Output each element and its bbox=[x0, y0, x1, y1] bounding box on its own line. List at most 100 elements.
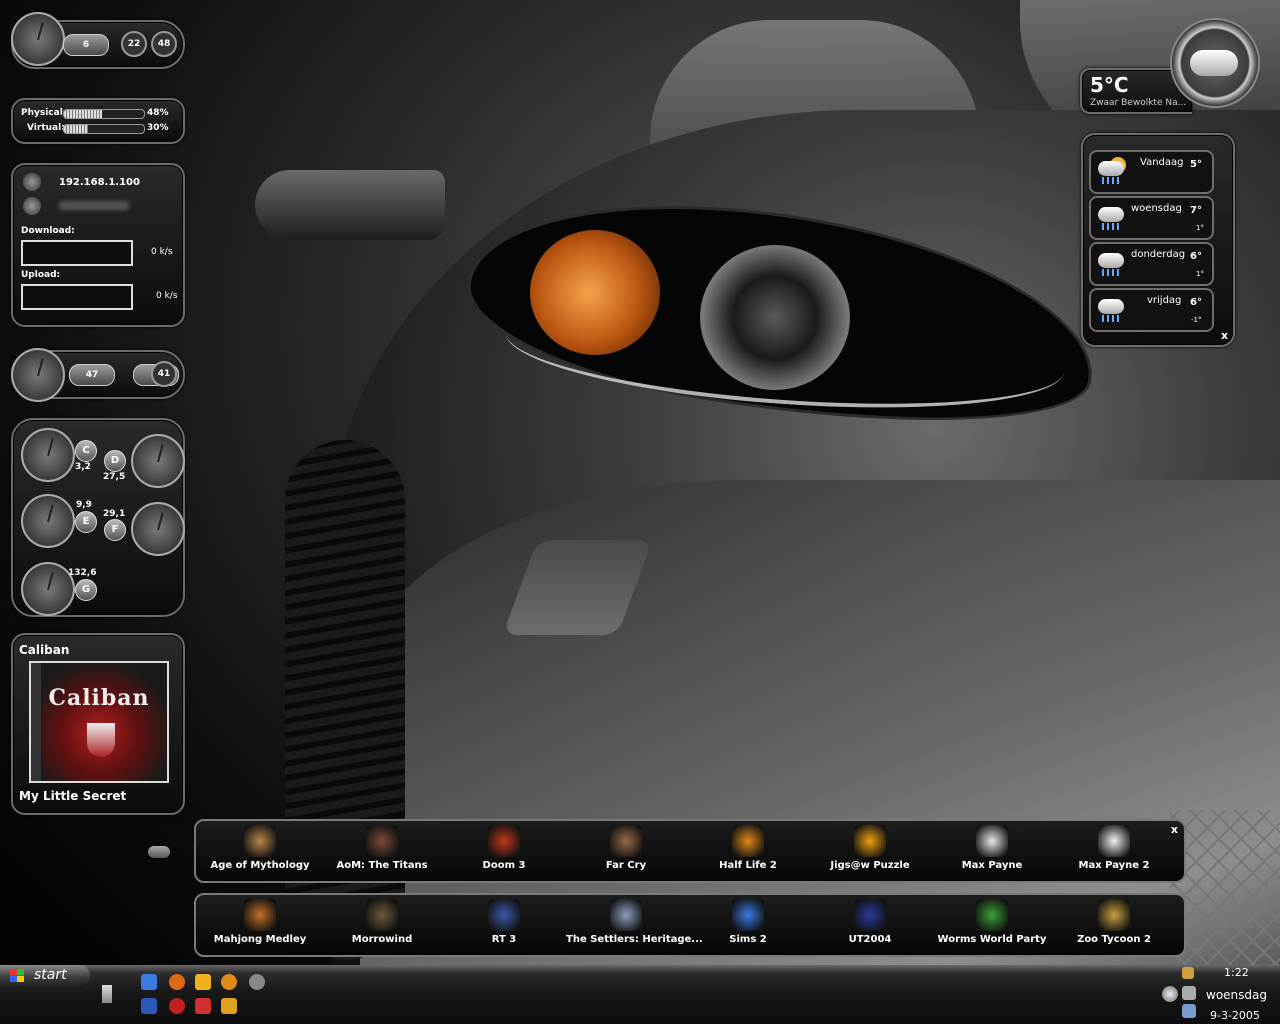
virtual-label: Virtual: bbox=[27, 123, 65, 133]
opera-icon[interactable] bbox=[169, 998, 185, 1014]
upload-graph bbox=[21, 284, 133, 310]
drive-f-gauge bbox=[131, 502, 185, 556]
temp-right-value: 41 bbox=[151, 361, 177, 387]
dock-item[interactable]: Half Life 2 bbox=[688, 825, 808, 871]
album-art-title: Caliban bbox=[48, 685, 150, 711]
drive-f-value: 29,1 bbox=[103, 509, 126, 519]
weather-current-icon[interactable] bbox=[1170, 18, 1260, 108]
temperature-widget[interactable]: 47 41 bbox=[11, 348, 185, 402]
clock-date: 9-3-2005 bbox=[1210, 1009, 1260, 1022]
dock-item[interactable]: Morrowind bbox=[322, 899, 442, 945]
sun-cloud-rain-icon bbox=[1094, 157, 1126, 185]
forecast-day-name: donderdag bbox=[1131, 249, 1186, 260]
dock-item-label: The Settlers: Heritage... bbox=[566, 934, 703, 945]
start-button[interactable]: start bbox=[0, 965, 90, 986]
explorer-icon[interactable] bbox=[141, 998, 157, 1014]
drive-f-letter: F bbox=[104, 519, 126, 541]
dock-item[interactable]: Mahjong Medley bbox=[200, 899, 320, 945]
physical-label: Physical: bbox=[21, 108, 67, 118]
game-icon bbox=[244, 899, 276, 931]
shield-emblem bbox=[87, 723, 115, 757]
dock-item[interactable]: Zoo Tycoon 2 bbox=[1054, 899, 1174, 945]
windows-logo-icon bbox=[10, 969, 24, 982]
game-icon bbox=[732, 899, 764, 931]
meter-value-3: 48 bbox=[151, 31, 177, 57]
dock-item-label: AoM: The Titans bbox=[336, 860, 428, 871]
dock-item[interactable]: Max Payne bbox=[932, 825, 1052, 871]
forecast-day-2: woensdag 7° 1° bbox=[1089, 196, 1214, 240]
game-icon bbox=[1098, 899, 1130, 931]
clock-time[interactable]: 1:22 bbox=[1224, 966, 1249, 979]
ie-icon[interactable] bbox=[141, 974, 157, 990]
dock-item-label: Sims 2 bbox=[729, 934, 767, 945]
game-icon bbox=[1098, 825, 1130, 857]
dock-item[interactable]: Max Payne 2 bbox=[1054, 825, 1174, 871]
memory-widget[interactable]: Physical: 48% Virtual: 30% bbox=[11, 98, 185, 144]
forecast-day-3: donderdag 6° 1° bbox=[1089, 242, 1214, 286]
forecast-low: -1° bbox=[1191, 316, 1202, 324]
winamp-icon[interactable] bbox=[221, 974, 237, 990]
weather-close-button[interactable]: x bbox=[1221, 329, 1228, 342]
dock-item[interactable]: RT 3 bbox=[444, 899, 564, 945]
cpu-meter-widget[interactable]: 6 22 48 bbox=[11, 12, 185, 69]
physical-value: 48% bbox=[147, 108, 169, 118]
game-icon bbox=[610, 899, 642, 931]
meter-value-2: 22 bbox=[121, 31, 147, 57]
game-icon bbox=[854, 899, 886, 931]
dock-item-label: Worms World Party bbox=[937, 934, 1047, 945]
forecast-high: 5° bbox=[1190, 159, 1202, 170]
dock-item[interactable]: The Settlers: Heritage... bbox=[566, 899, 703, 945]
clock-app-icon[interactable] bbox=[195, 974, 211, 990]
forecast-low: 1° bbox=[1196, 270, 1204, 278]
dock-item[interactable]: UT2004 bbox=[810, 899, 930, 945]
track-title: My Little Secret bbox=[19, 789, 127, 803]
forecast-high: 6° bbox=[1190, 297, 1202, 308]
drive-d-gauge bbox=[131, 434, 185, 488]
dock-item-label: Doom 3 bbox=[482, 860, 526, 871]
game-icon bbox=[366, 825, 398, 857]
dock-item[interactable]: Worms World Party bbox=[932, 899, 1052, 945]
wallpaper-mirror bbox=[255, 170, 445, 240]
dock-item-label: Mahjong Medley bbox=[213, 934, 307, 945]
download-label: Download: bbox=[21, 226, 75, 236]
dock-item-label: Far Cry bbox=[605, 860, 647, 871]
tray-icon-3[interactable] bbox=[1182, 1004, 1196, 1018]
cd-case-spine bbox=[31, 663, 41, 781]
network-widget[interactable]: 192.168.1.100 Download: 0 k/s Upload: 0 … bbox=[11, 163, 185, 327]
forecast-day-name: vrijdag bbox=[1147, 295, 1182, 306]
firefox-icon[interactable] bbox=[169, 974, 185, 990]
artist-name: Caliban bbox=[19, 643, 70, 657]
gamepad-icon[interactable] bbox=[148, 846, 170, 858]
temp-gauge bbox=[11, 348, 65, 402]
volume-icon[interactable] bbox=[1162, 986, 1178, 1002]
dock-item[interactable]: AoM: The Titans bbox=[322, 825, 442, 871]
forecast-day-1: Vandaag 5° bbox=[1089, 150, 1214, 194]
now-playing-widget[interactable]: Caliban Caliban My Little Secret bbox=[11, 633, 185, 815]
globe-icon bbox=[23, 173, 41, 191]
virtual-bar-fill bbox=[64, 125, 88, 133]
app-icon[interactable] bbox=[221, 998, 237, 1014]
wallpaper-grille bbox=[1170, 810, 1280, 965]
dock-item[interactable]: Far Cry bbox=[566, 825, 686, 871]
album-art[interactable]: Caliban bbox=[29, 661, 169, 783]
upload-label: Upload: bbox=[21, 270, 61, 280]
game-icon bbox=[976, 899, 1008, 931]
media-icon[interactable] bbox=[195, 998, 211, 1014]
forecast-high: 6° bbox=[1190, 251, 1202, 262]
drive-e-letter: E bbox=[75, 511, 97, 533]
drive-d-value: 27,5 bbox=[103, 472, 126, 482]
dock-item[interactable]: Age of Mythology bbox=[200, 825, 320, 871]
settings-icon[interactable] bbox=[249, 974, 265, 990]
show-desktop-icon[interactable] bbox=[102, 985, 112, 1003]
network-tray-icon[interactable] bbox=[1182, 986, 1196, 1000]
dock-item[interactable]: Jigs@w Puzzle bbox=[810, 825, 930, 871]
game-icon bbox=[854, 825, 886, 857]
drives-widget[interactable]: C 3,2 D 27,5 9,9 E 29,1 F 132,6 G bbox=[11, 418, 185, 617]
download-value: 0 k/s bbox=[151, 247, 173, 257]
dock-item[interactable]: Doom 3 bbox=[444, 825, 564, 871]
dock-item-label: Max Payne bbox=[961, 860, 1023, 871]
cloud-rain-icon bbox=[1094, 203, 1126, 231]
game-icon bbox=[732, 825, 764, 857]
tray-icon-1[interactable] bbox=[1182, 967, 1194, 979]
dock-item[interactable]: Sims 2 bbox=[688, 899, 808, 945]
